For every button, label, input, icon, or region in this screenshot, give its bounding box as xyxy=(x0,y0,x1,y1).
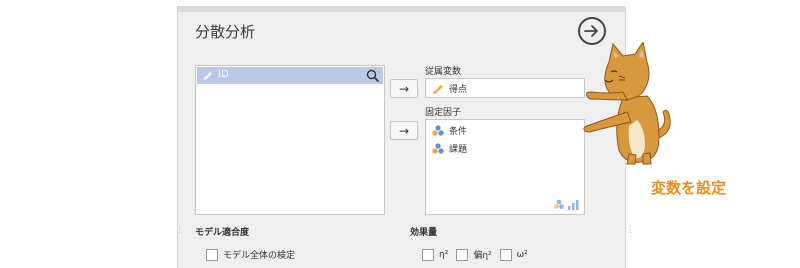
analysis-panel: 分散分析 ID → → 従属変数 得点 固定因子 条件 課題 ⋮ ⋮ モデル適合… xyxy=(175,6,635,268)
left-drag-handle[interactable]: ⋮ xyxy=(175,226,184,235)
pencil-ruler-icon xyxy=(433,85,443,94)
partial-eta-squared-checkbox[interactable] xyxy=(456,248,469,261)
search-icon[interactable] xyxy=(366,69,379,82)
dependent-variable-item[interactable]: 得点 xyxy=(432,82,467,95)
variable-item-id[interactable]: ID xyxy=(197,67,383,84)
dependent-variable-box[interactable]: 得点 xyxy=(425,78,585,98)
panel-title: 分散分析 xyxy=(195,23,256,41)
variable-list[interactable]: ID xyxy=(195,65,385,215)
variable-item-label: ID xyxy=(218,69,229,80)
eta-squared-checkbox[interactable] xyxy=(422,248,434,261)
effect-size-options: η² 偏η² ω² xyxy=(422,248,528,261)
partial-eta-squared-label: 偏η² xyxy=(473,251,492,261)
fixed-factor-item[interactable]: 課題 xyxy=(432,142,467,155)
fixed-factors-label: 固定因子 xyxy=(425,108,462,118)
omega-squared-label: ω² xyxy=(516,249,528,260)
panel-top-rail xyxy=(178,6,625,12)
move-to-fixed-factor-button[interactable]: → xyxy=(390,121,418,140)
factor-level-icon xyxy=(554,199,579,210)
model-overall-test-label: モデル全体の検定 xyxy=(223,251,296,261)
fixed-factors-box[interactable]: 条件 課題 xyxy=(425,119,585,215)
eta-squared-label: η² xyxy=(439,249,449,260)
dependent-variable-value: 得点 xyxy=(449,85,468,95)
effect-size-label: 効果量 xyxy=(410,228,438,238)
pencil-ruler-icon xyxy=(203,72,212,80)
fixed-factor-item[interactable]: 条件 xyxy=(432,124,467,137)
dependent-variable-label: 従属変数 xyxy=(425,67,462,77)
fixed-factor-label: 条件 xyxy=(449,127,468,137)
cat-pointing-illustration xyxy=(583,42,671,165)
model-overall-test-checkbox[interactable] xyxy=(206,248,218,261)
move-to-dependent-button[interactable]: → xyxy=(390,79,418,98)
annotation-caption: 変数を設定 xyxy=(651,179,727,197)
arrow-right-circle-icon[interactable] xyxy=(578,17,606,45)
factor-nominal-icon xyxy=(432,125,444,136)
model-overall-test-option[interactable]: モデル全体の検定 xyxy=(206,248,295,261)
factor-nominal-icon xyxy=(432,143,444,154)
right-drag-handle[interactable]: ⋮ xyxy=(626,226,635,235)
fixed-factor-label: 課題 xyxy=(449,145,468,155)
omega-squared-checkbox[interactable] xyxy=(499,248,512,261)
model-fit-label: モデル適合度 xyxy=(195,228,250,238)
